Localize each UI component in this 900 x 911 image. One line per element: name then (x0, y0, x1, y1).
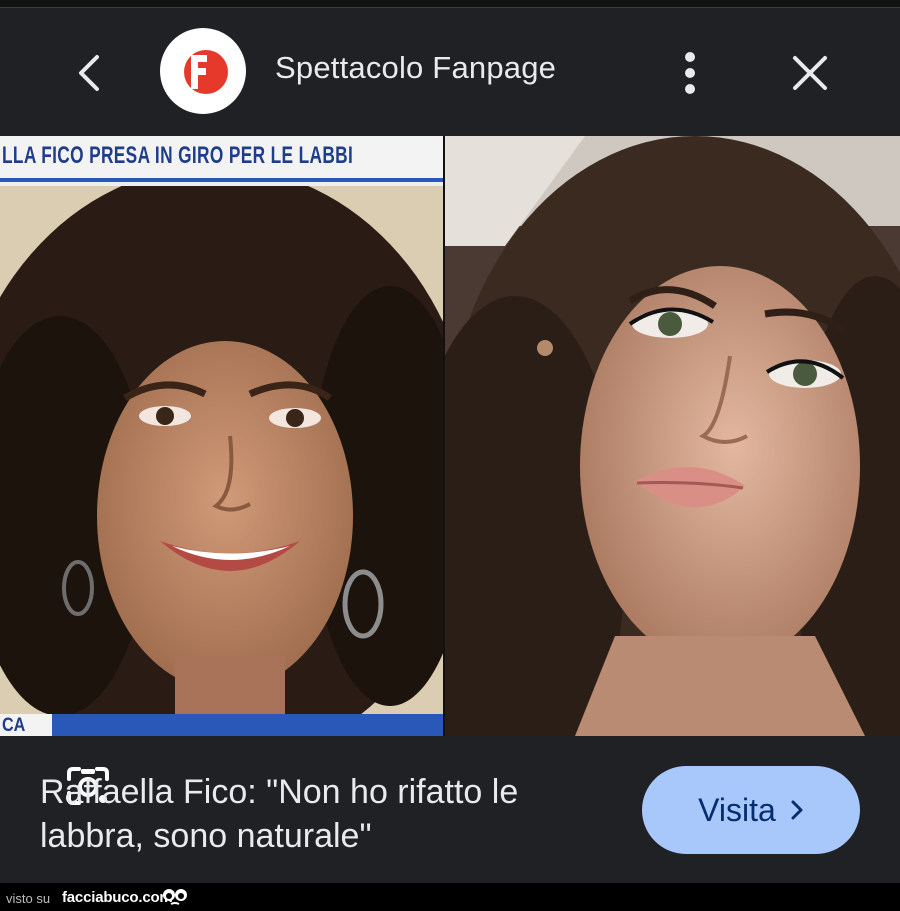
result-caption[interactable]: Raffaella Fico: "Non ho rifatto le labbr… (40, 770, 600, 858)
left-photo: LLA FICO PRESA IN GIRO PER LE LABBI CA (0, 136, 443, 736)
more-vert-icon (685, 52, 695, 94)
chevron-right-icon (791, 800, 803, 820)
chevron-left-icon (79, 55, 99, 91)
news-lower-strip (0, 714, 443, 736)
news-banner: LLA FICO PRESA IN GIRO PER LE LABBI (0, 136, 443, 182)
visit-button-label: Visita (698, 791, 776, 828)
site-title: Spettacolo Fanpage (275, 50, 557, 85)
watermark-prefix: visto su (6, 891, 51, 906)
header-bar: Spettacolo Fanpage (0, 8, 900, 136)
watermark-site: facciabuco.com (62, 889, 173, 906)
right-photo (445, 136, 900, 736)
more-options-button[interactable] (670, 46, 710, 100)
back-button[interactable] (62, 48, 116, 98)
close-icon (793, 56, 827, 90)
fanpage-logo (184, 50, 228, 94)
close-button[interactable] (784, 46, 836, 100)
corner-text: CA (2, 715, 26, 736)
news-corner-box: CA (0, 714, 52, 736)
watermark-footer: visto su facciabuco.com (0, 883, 900, 911)
watermark-face-icon (163, 889, 187, 905)
image-preview[interactable]: LLA FICO PRESA IN GIRO PER LE LABBI CA (0, 136, 900, 828)
banner-text: LLA FICO PRESA IN GIRO PER LE LABBI (2, 142, 354, 169)
site-logo[interactable] (160, 28, 246, 114)
visit-button[interactable]: Visita (642, 766, 860, 854)
